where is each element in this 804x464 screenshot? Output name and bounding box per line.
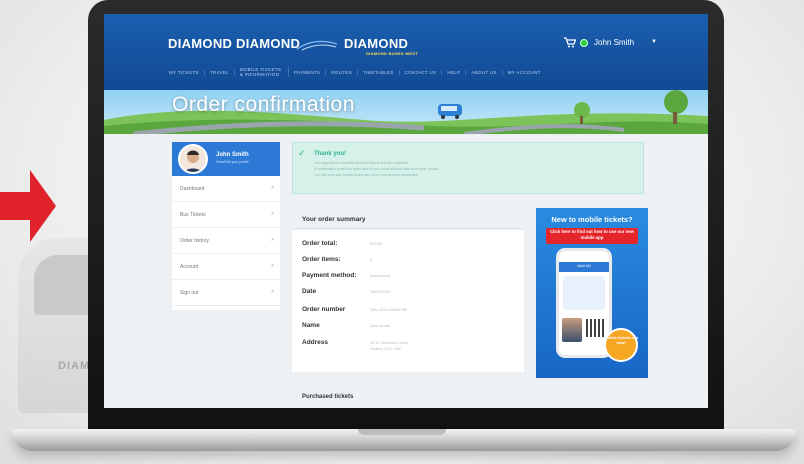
thank-you-title: Thank you! — [314, 151, 347, 157]
main-nav: MY TICKETS TRAVEL MOBILE TICKETS & INFOR… — [164, 62, 700, 82]
payment-method-value: Mastercard — [370, 273, 391, 278]
sidebar-item-label: Bus Tickets — [180, 212, 206, 218]
background-bus-text: DIAM — [58, 360, 91, 372]
sidebar-item-account[interactable]: Account > — [172, 254, 280, 280]
promo-badge-text: Mobile tickets out now! — [604, 335, 638, 345]
purchased-tickets-title: Purchased tickets — [302, 394, 354, 400]
sidebar-item-dashboard[interactable]: Dashboard > — [172, 176, 280, 202]
nav-item-contact[interactable]: CONTACT US — [400, 69, 443, 75]
payment-method-label: Payment method: — [302, 272, 357, 279]
laptop-screen: DIAMOND DIAMOND DIAMOND DIAMOND BUSES WE… — [104, 14, 708, 408]
sidebar-item-label: Sign out — [180, 290, 199, 296]
nav-item-payments[interactable]: PAYMENTS — [289, 69, 327, 75]
logo-diamond-secondary[interactable]: DIAMOND — [236, 36, 300, 51]
name-value: John Smith — [370, 323, 391, 328]
sidebar-item-order-history[interactable]: Order history > — [172, 228, 280, 254]
promo-badge — [604, 328, 638, 362]
order-number-value: DBL-2016-00456789 — [370, 307, 408, 312]
phone-header-text: Adult M1 — [577, 264, 591, 268]
swoosh-icon — [296, 40, 338, 51]
nav-item-account[interactable]: MY ACCOUNT — [503, 70, 546, 75]
thank-you-line: Your payment is complete and your ticket… — [314, 161, 409, 165]
nav-item-routes[interactable]: ROUTES — [326, 69, 358, 75]
address-label: Address — [302, 339, 329, 346]
sidebar-item-label: Dashboard — [180, 186, 205, 192]
nav-item-timetables[interactable]: TIMETABLES — [358, 69, 400, 75]
profile-subtitle[interactable]: View/Edit your profile — [216, 160, 249, 164]
promo-button-label[interactable]: Click here to find out how to use our ne… — [546, 229, 638, 241]
logo-diamond-west[interactable]: DIAMOND — [344, 36, 408, 51]
header-user-name[interactable]: John Smith — [594, 38, 634, 47]
chevron-down-icon[interactable]: ▼ — [651, 39, 657, 45]
order-total-label: Order total: — [302, 240, 338, 247]
thank-you-line: A confirmation email has been sent to yo… — [314, 167, 440, 171]
logo-subtitle: DIAMOND BUSES WEST — [366, 51, 419, 56]
page-title: Order confirmation — [172, 93, 355, 116]
nav-item-about[interactable]: ABOUT US — [466, 69, 503, 75]
chevron-right-icon: > — [271, 263, 274, 269]
order-total-value: £45.00 — [370, 241, 383, 246]
chevron-right-icon: > — [271, 211, 274, 217]
order-number-label: Order number — [302, 306, 346, 313]
address-value: 10 St. Andrews Close, Dudley, DY1 1AB — [370, 340, 410, 351]
chevron-right-icon: > — [271, 237, 274, 243]
cart-icon[interactable] — [564, 37, 576, 48]
order-summary-title: Your order summary — [302, 216, 366, 223]
avatar[interactable] — [178, 144, 208, 174]
arrow-right-icon — [0, 170, 56, 242]
site-header: DIAMOND DIAMOND DIAMOND DIAMOND BUSES WE… — [104, 14, 708, 90]
chevron-right-icon: > — [271, 289, 274, 295]
thank-you-line: You can view your tickets at any time fr… — [314, 173, 419, 177]
nav-item-help[interactable]: HELP — [442, 69, 467, 75]
profile-name: John Smith — [216, 152, 249, 158]
date-label: Date — [302, 288, 317, 295]
promo-title: New to mobile tickets? — [551, 215, 633, 224]
order-items-label: Order items: — [302, 256, 341, 263]
name-label: Name — [302, 322, 320, 329]
sidebar-menu: Dashboard > Bus Tickets > Order history … — [172, 176, 280, 310]
sidebar-item-label: Order history — [180, 238, 209, 244]
date-value: 12/03/2016 — [370, 289, 391, 294]
phone-ticket-card — [563, 276, 605, 310]
online-status-dot — [580, 39, 588, 47]
check-icon: ✓ — [298, 148, 306, 158]
nav-item-mobile-tickets[interactable]: MOBILE TICKETS & INFORMATION — [235, 67, 289, 77]
qr-code-icon — [586, 319, 604, 337]
sidebar-item-label: Account — [180, 264, 199, 270]
laptop-notch — [358, 429, 446, 435]
nav-item-my-tickets[interactable]: MY TICKETS — [164, 69, 205, 75]
photo-icon — [562, 318, 582, 342]
chevron-right-icon: > — [271, 185, 274, 191]
nav-item-travel[interactable]: TRAVEL — [205, 69, 235, 75]
logo-diamond[interactable]: DIAMOND — [168, 36, 232, 51]
divider — [292, 228, 524, 229]
order-items-value: 5 — [370, 257, 373, 262]
sidebar-item-bus-tickets[interactable]: Bus Tickets > — [172, 202, 280, 228]
sidebar-item-sign-out[interactable]: Sign out > — [172, 280, 280, 306]
